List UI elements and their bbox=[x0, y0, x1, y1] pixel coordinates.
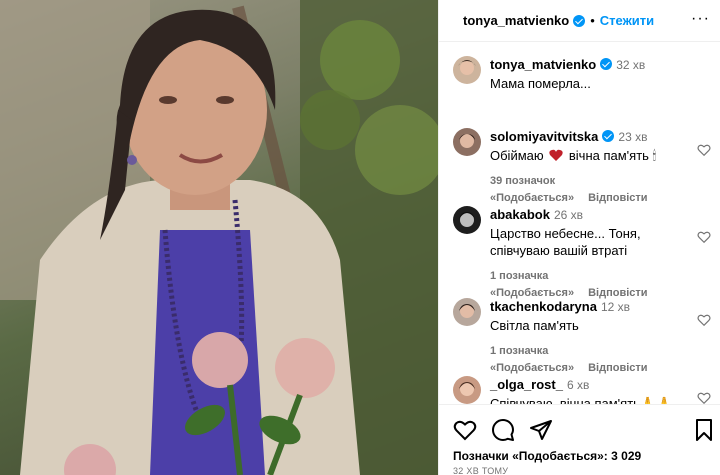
avatar[interactable] bbox=[453, 206, 481, 234]
comment-text: Обіймаю вічна пам'ять 🕯 bbox=[490, 147, 702, 164]
comment-text-start: Обіймаю bbox=[490, 148, 544, 163]
comments-list[interactable]: tonya_matvienko 32 хв Мама померла... sol… bbox=[439, 42, 720, 404]
comment-text: Світла пам'ять bbox=[490, 318, 579, 333]
more-options-icon[interactable]: ··· bbox=[691, 10, 710, 28]
comment-time[interactable]: 26 хв bbox=[554, 208, 583, 222]
verified-badge-icon bbox=[602, 130, 615, 142]
comment-icon[interactable] bbox=[491, 418, 515, 442]
verified-badge-icon bbox=[600, 58, 613, 70]
post-timestamp[interactable]: 32 ХВ ТОМУ bbox=[453, 466, 508, 475]
comment-meta: 39 позначок «Подобається» Відповісти bbox=[490, 173, 702, 207]
avatar[interactable] bbox=[453, 128, 481, 156]
caption-text: Мама померла... bbox=[490, 76, 591, 91]
comment-author[interactable]: solomiyavitvitska bbox=[490, 129, 598, 144]
bookmark-icon[interactable] bbox=[693, 418, 715, 442]
header-separator: • bbox=[590, 13, 595, 28]
comment-text-end: вічна пам'ять 🕯 bbox=[568, 148, 657, 163]
avatar[interactable] bbox=[453, 56, 481, 84]
comment-time[interactable]: 6 хв bbox=[567, 378, 589, 392]
post-photo bbox=[0, 0, 438, 475]
like-comment-heart-icon[interactable] bbox=[697, 391, 711, 404]
send-icon[interactable] bbox=[529, 418, 553, 442]
follow-button[interactable]: Стежити bbox=[600, 13, 654, 28]
post-header: tonya_matvienko • Стежити ··· bbox=[439, 0, 720, 42]
likes-count[interactable]: Позначки «Подобається»: 3 029 bbox=[453, 449, 641, 463]
caption-time[interactable]: 32 хв bbox=[616, 58, 645, 72]
reply-button[interactable]: Відповісти bbox=[588, 362, 647, 374]
like-comment-heart-icon[interactable] bbox=[697, 143, 711, 157]
comment-text: Царство небесне... Тоня, співчуваю вашій… bbox=[490, 226, 641, 258]
comment-text: Співчуваю, вічна пам'ять🙏🙏 bbox=[490, 396, 673, 404]
avatar[interactable] bbox=[453, 298, 481, 326]
avatar[interactable] bbox=[453, 376, 481, 404]
red-heart-icon bbox=[549, 149, 563, 161]
reply-button[interactable]: Відповісти bbox=[588, 192, 647, 204]
post-actions: Позначки «Подобається»: 3 029 32 ХВ ТОМУ bbox=[439, 404, 720, 475]
like-comment-heart-icon[interactable] bbox=[697, 313, 711, 327]
author-username[interactable]: tonya_matvienko bbox=[463, 13, 569, 28]
comment-time[interactable]: 23 хв bbox=[618, 130, 647, 144]
comment-meta: 1 позначка «Подобається» Відповісти bbox=[490, 268, 702, 302]
comment-author[interactable]: tkachenkodaryna bbox=[490, 299, 597, 314]
comment-meta: 1 позначка «Подобається» Відповісти bbox=[490, 343, 702, 377]
comment-author[interactable]: abakabok bbox=[490, 207, 550, 222]
post-details-panel: tonya_matvienko • Стежити ··· tonya_matv… bbox=[438, 0, 720, 475]
post-photo-illustration bbox=[0, 0, 438, 475]
comment-likes[interactable]: 1 позначка «Подобається» bbox=[490, 270, 574, 299]
comment-author[interactable]: _olga_rost_ bbox=[490, 377, 563, 392]
like-comment-heart-icon[interactable] bbox=[697, 230, 711, 244]
verified-badge-icon bbox=[573, 14, 586, 27]
heart-icon[interactable] bbox=[453, 418, 477, 442]
comment-time[interactable]: 12 хв bbox=[601, 300, 630, 314]
comment-likes[interactable]: 39 позначок «Подобається» bbox=[490, 175, 574, 204]
caption-author[interactable]: tonya_matvienko bbox=[490, 57, 596, 72]
comment-likes[interactable]: 1 позначка «Подобається» bbox=[490, 345, 574, 374]
